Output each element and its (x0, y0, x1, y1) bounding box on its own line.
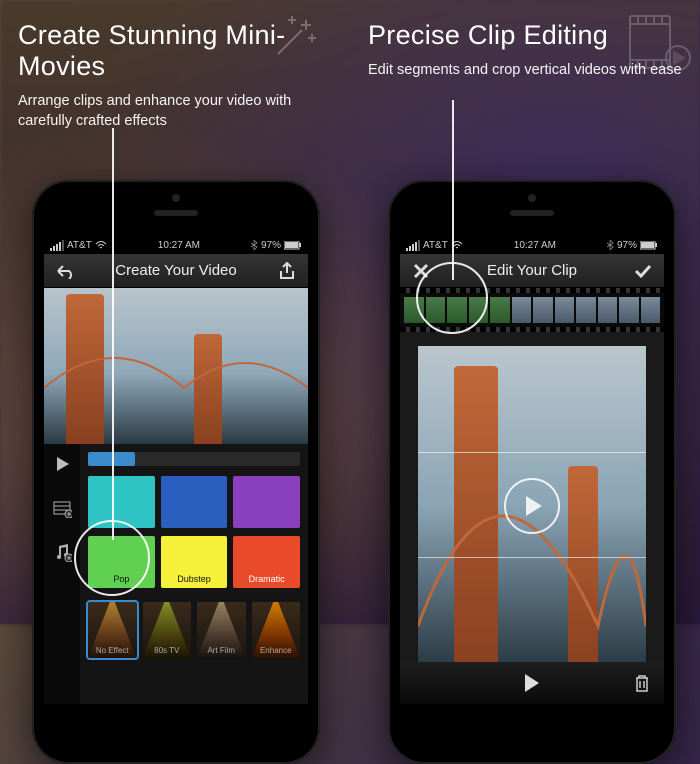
callout-circle-right (416, 262, 488, 334)
callout-line-left (112, 128, 114, 540)
play-button[interactable] (525, 674, 539, 692)
sub-left: Arrange clips and enhance your video wit… (18, 92, 332, 131)
delete-button[interactable] (634, 674, 650, 692)
film-clip-icon (614, 10, 694, 80)
panel-edit: Precise Clip Editing Edit segments and c… (350, 0, 700, 624)
callout-circle-left (74, 520, 150, 596)
magic-wand-icon (268, 12, 320, 64)
bottom-toolbar (400, 662, 664, 704)
callout-line-right (452, 100, 454, 280)
panel-create: Create Stunning Mini-Movies Arrange clip… (0, 0, 350, 624)
